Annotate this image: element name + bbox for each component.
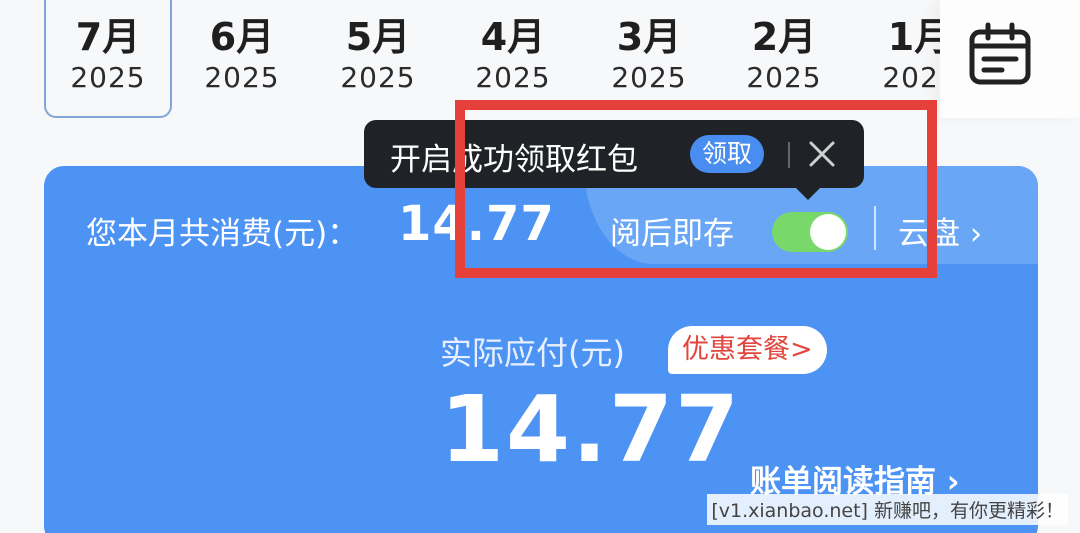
year-label: 2025 [882, 61, 940, 94]
month-label: 1月 [887, 15, 940, 59]
month-tab-2[interactable]: 5月 2025 [314, 0, 442, 118]
year-label: 2025 [340, 61, 416, 94]
payable-label: 实际应付(元) [440, 334, 625, 372]
month-label: 6月 [209, 15, 275, 59]
month-tab-0[interactable]: 7月 2025 [44, 0, 172, 118]
month-label: 3月 [616, 15, 682, 59]
bill-screen: 7月 2025 6月 2025 5月 2025 4月 2025 3月 2025 … [0, 0, 1080, 533]
year-label: 2025 [611, 61, 687, 94]
payable-value: 14.77 [440, 376, 742, 483]
month-label: 4月 [480, 15, 546, 59]
year-label: 2025 [70, 61, 146, 94]
year-label: 2025 [204, 61, 280, 94]
annotation-highlight-box [455, 100, 937, 278]
month-label: 2月 [751, 15, 817, 59]
month-label: 7月 [75, 15, 141, 59]
year-label: 2025 [475, 61, 551, 94]
month-label: 5月 [345, 15, 411, 59]
month-tab-1[interactable]: 6月 2025 [178, 0, 306, 118]
monthly-spent-label: 您本月共消费(元)： [86, 216, 359, 252]
promo-package-button[interactable]: 优惠套餐> [668, 326, 827, 374]
watermark: [v1.xianbao.net] 新赚吧，有你更精彩！ [707, 494, 1068, 525]
calendar-button-area [940, 0, 1080, 118]
calendar-icon[interactable] [968, 22, 1032, 86]
year-label: 2025 [746, 61, 822, 94]
